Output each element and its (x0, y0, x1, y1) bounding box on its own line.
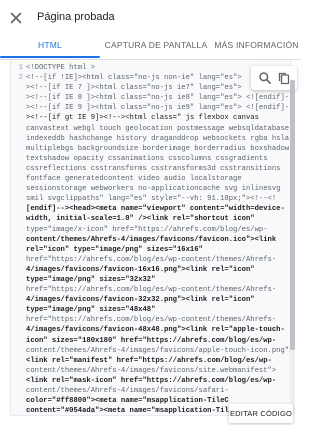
code-text: ><!--[if IE 8 ]><html class="no-js ie8" … (26, 94, 290, 103)
code-line: content/themes/Ahrefs-4/images/favicons/… (11, 366, 290, 376)
code-line: <link rel="mask-icon" href="https://ahre… (11, 376, 290, 386)
code-line: 2 <!--[if !IE]><html class="no-js non-ie"… (11, 73, 290, 83)
code-line: 4/images/favicons/favicon-48x48.png"><li… (11, 325, 290, 335)
code-text: <!DOCTYPE html > (26, 64, 96, 72)
code-text: content/themes/Ahrefs-4/images/favicons/… (26, 346, 291, 355)
code-text: cssreflections csstransforms csstransfor… (26, 164, 281, 173)
tab-more-info[interactable]: MÁS INFORMACIÓN (212, 36, 301, 60)
code-line: <link rel="manifest" href="https://ahref… (11, 356, 290, 366)
code-text: <!--[if !IE]><html class="no-js non-ie" … (26, 74, 242, 83)
code-line: type="image/png" sizes="32x32" (11, 275, 290, 285)
code-text: canvastext webgl touch geolocation postm… (26, 124, 290, 133)
code-line: smil svgclippaths" lang="es" style="--vh… (11, 194, 290, 204)
tab-bar: HTML CAPTURA DE PANTALLA MÁS INFORMACIÓN (0, 36, 301, 60)
code-line: ><!--[if IE 9 ]><html class="no-js ie9" … (11, 103, 290, 113)
line-number: 1 (18, 64, 23, 72)
code-line: rel="icon" type="image/png" sizes="16x16… (11, 245, 290, 255)
code-text: <link rel="mask-icon" href="https://ahre… (26, 376, 277, 385)
code-text: width, initial-scale=1.0" /><link rel="s… (26, 215, 255, 224)
code-line: ><!--[if gt IE 9]><!--><html class=" js … (11, 113, 290, 123)
code-line: indexeddb hashchange history draganddrop… (11, 134, 290, 144)
code-scrollbar-thumb[interactable] (290, 80, 295, 350)
code-text: type="image/png" sizes="32x32" (26, 275, 156, 284)
html-code-viewer[interactable]: 1 <!DOCTYPE html >2 <!--[if !IE]><html cla… (10, 60, 291, 416)
code-text: 4/images/favicons/favicon-48x48.png"><li… (26, 326, 285, 335)
code-text: multiplebgs backgroundsize borderimage b… (26, 144, 290, 153)
line-number: 2 (18, 74, 23, 83)
code-line: fontface generatedcontent video audio lo… (11, 174, 290, 184)
code-line: content/themes/Ahrefs-4/images/favicons/… (11, 346, 291, 356)
code-line: type="image/png" sizes="48x48" (11, 305, 290, 315)
code-text: <link rel="manifest" href="https://ahref… (26, 356, 272, 365)
code-text: ><!--[if IE 7 ]><html class="no-js ie7" … (26, 84, 242, 93)
code-text: content="#054ada"><meta name="msapplicat… (26, 407, 259, 416)
tab-html-label: HTML (38, 40, 62, 50)
code-text: fontface generatedcontent video audio lo… (26, 175, 242, 184)
code-text: textshadow opacity cssanimations csscolu… (26, 154, 268, 163)
tab-html[interactable]: HTML (0, 36, 100, 60)
code-text: ><!--[if IE 9 ]><html class="no-js ie9" … (26, 104, 290, 113)
tab-more-info-label: MÁS INFORMACIÓN (214, 40, 299, 50)
code-line: ><!--[if IE 7 ]><html class="no-js ie7" … (11, 83, 290, 93)
code-text: smil svgclippaths" lang="es" style="--vh… (26, 195, 277, 204)
code-text: type="image/png" sizes="48x48" (26, 306, 156, 315)
code-text: content/themes/Ahrefs-4/images/favicons/… (26, 366, 277, 375)
code-line: cssreflections csstransforms csstransfor… (11, 164, 290, 174)
code-line: icon" sizes="180x180" href="https://ahre… (11, 336, 290, 346)
code-text: href="https://ahrefs.com/blog/es/wp-cont… (26, 316, 277, 325)
code-text: content/themes/Ahrefs-4/images/favicons/… (26, 387, 229, 395)
active-tab-indicator (0, 56, 100, 58)
code-line: textshadow opacity cssanimations csscolu… (11, 154, 290, 164)
close-icon[interactable] (8, 10, 24, 26)
code-content: 1 <!DOCTYPE html >2 <!--[if !IE]><html cla… (11, 63, 291, 416)
code-line: type="image/x-icon" href="https://ahrefs… (11, 225, 290, 235)
code-line: 1 <!DOCTYPE html > (11, 63, 290, 73)
code-line: canvastext webgl touch geolocation postm… (11, 124, 290, 134)
code-line: href="https://ahrefs.com/blog/es/wp-cont… (11, 255, 290, 265)
code-line: 4/images/favicons/favicon-16x16.png"><li… (11, 265, 290, 275)
code-text: ><!--[if gt IE 9]><!--><html class=" js … (26, 114, 259, 123)
code-text: 4/images/favicons/favicon-16x16.png"><li… (26, 265, 255, 274)
code-line: content/themes/Ahrefs-4/images/favicons/… (11, 386, 290, 396)
code-line: ><!--[if IE 8 ]><html class="no-js ie8" … (11, 93, 290, 103)
edit-code-button[interactable]: EDITAR CÓDIGO (229, 404, 293, 423)
search-icon[interactable] (258, 71, 272, 85)
code-line: href="https://ahrefs.com/blog/es/wp-cont… (11, 285, 290, 295)
code-text: color="#ff8800"><meta name="msapplicatio… (26, 397, 229, 406)
code-text: href="https://ahrefs.com/blog/es/wp-cont… (26, 255, 277, 264)
code-text: icon" sizes="180x180" href="https://ahre… (26, 336, 277, 345)
copy-icon[interactable] (277, 71, 291, 85)
code-line: sessionstorage webworkers no-application… (11, 184, 290, 194)
code-line: content/themes/Ahrefs-4/images/favicons/… (11, 235, 290, 245)
code-line: width, initial-scale=1.0" /><link rel="s… (11, 214, 290, 224)
code-text: content/themes/Ahrefs-4/images/favicons/… (26, 235, 277, 244)
code-text: rel="icon" type="image/png" sizes="16x16… (26, 245, 203, 254)
dialog-title: Página probada (37, 11, 115, 23)
code-text: sessionstorage webworkers no-application… (26, 185, 281, 194)
code-text: 4/images/favicons/favicon-32x32.png"><li… (26, 296, 255, 305)
tab-screenshot[interactable]: CAPTURA DE PANTALLA (100, 36, 212, 60)
code-line: href="https://ahrefs.com/blog/es/wp-cont… (11, 315, 290, 325)
code-line: multiplebgs backgroundsize borderimage b… (11, 144, 290, 154)
tab-screenshot-label: CAPTURA DE PANTALLA (104, 40, 208, 50)
code-text: type="image/x-icon" href="https://ahrefs… (26, 225, 268, 234)
code-line: [endif]--><head><meta name="viewport" co… (11, 204, 290, 214)
code-text: href="https://ahrefs.com/blog/es/wp-cont… (26, 286, 277, 295)
dialog-header: Página probada (0, 0, 301, 36)
code-line: 4/images/favicons/favicon-32x32.png"><li… (11, 295, 290, 305)
code-text: indexeddb hashchange history draganddrop… (26, 134, 290, 143)
code-text: [endif]--><head><meta name="viewport" co… (26, 205, 285, 214)
